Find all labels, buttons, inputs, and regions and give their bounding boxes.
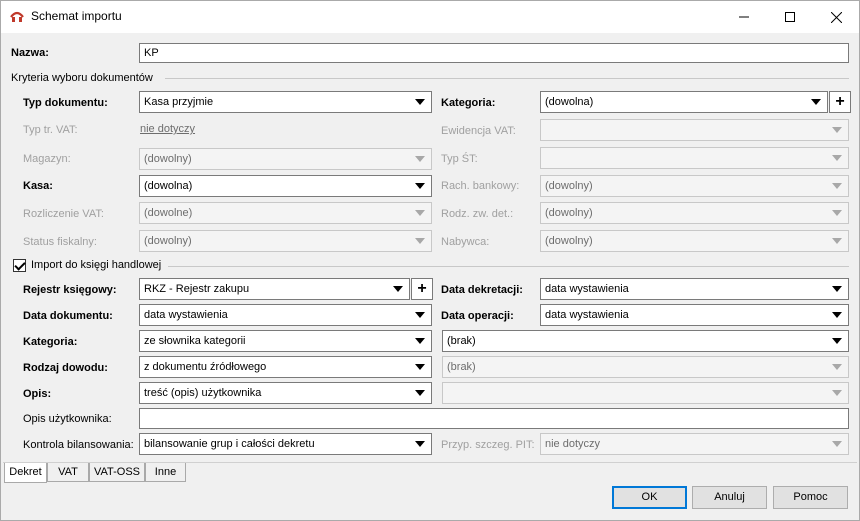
maximize-icon <box>785 12 795 22</box>
typ-dokumentu-select[interactable]: Kasa przyjmie <box>139 91 432 113</box>
chevron-down-icon <box>415 99 425 105</box>
dialog-window: Schemat importu Nazwa: KP Kryteria wybor… <box>0 0 860 521</box>
ewidencja-vat-label: Ewidencja VAT: <box>441 125 516 137</box>
data-dekretacji-select[interactable]: data wystawienia <box>540 278 849 300</box>
chevron-down-icon <box>832 390 842 396</box>
kryteria-group-header: Kryteria wyboru dokumentów <box>11 72 153 84</box>
rejestr-select[interactable]: RKZ - Rejestr zakupu <box>139 278 410 300</box>
tab-inne[interactable]: Inne <box>145 463 186 482</box>
typ-st-select[interactable] <box>540 147 849 169</box>
chevron-down-icon <box>832 210 842 216</box>
rodz-zw-det-label: Rodz. zw. det.: <box>441 208 514 220</box>
chevron-down-icon <box>415 390 425 396</box>
chevron-down-icon <box>415 338 425 344</box>
chevron-down-icon <box>832 155 842 161</box>
nabywca-label: Nabywca: <box>441 236 490 248</box>
close-icon <box>830 11 842 23</box>
kasa-label: Kasa: <box>23 180 53 192</box>
chevron-down-icon <box>832 364 842 370</box>
chevron-down-icon <box>415 156 425 162</box>
chevron-down-icon <box>832 183 842 189</box>
kategoria-label: Kategoria: <box>441 97 496 109</box>
window-title: Schemat importu <box>31 9 122 23</box>
kontrola-select[interactable]: bilansowanie grup i całości dekretu <box>139 433 432 455</box>
add-rejestr-button[interactable]: + <box>411 278 433 300</box>
nazwa-input[interactable]: KP <box>139 43 849 63</box>
chevron-down-icon <box>832 312 842 318</box>
ewidencja-vat-select[interactable] <box>540 119 849 141</box>
data-dokumentu-label: Data dokumentu: <box>23 310 113 322</box>
help-button[interactable]: Pomoc <box>773 486 848 509</box>
chevron-down-icon <box>415 441 425 447</box>
tab-vat[interactable]: VAT <box>47 463 89 482</box>
chevron-down-icon <box>832 338 842 344</box>
typ-tr-vat-label: Typ tr. VAT: <box>23 124 78 136</box>
import-divider <box>168 266 849 267</box>
rodzaj-dowodu-label: Rodzaj dowodu: <box>23 362 108 374</box>
chevron-down-icon <box>415 183 425 189</box>
chevron-down-icon <box>415 238 425 244</box>
rach-bankowy-label: Rach. bankowy: <box>441 180 520 192</box>
kontrola-label: Kontrola bilansowania: <box>23 439 134 451</box>
kryteria-divider <box>165 78 849 79</box>
typ-tr-vat-link[interactable]: nie dotyczy <box>140 123 195 135</box>
rejestr-label: Rejestr księgowy: <box>23 284 117 296</box>
przyp-pit-label: Przyp. szczeg. PIT: <box>441 439 535 451</box>
opis-select[interactable]: treść (opis) użytkownika <box>139 382 432 404</box>
status-fiskalny-select[interactable]: (dowolny) <box>139 230 432 252</box>
chevron-down-icon <box>832 286 842 292</box>
import-kategoria-select[interactable]: ze słownika kategorii <box>139 330 432 352</box>
import-kategoria-label: Kategoria: <box>23 336 78 348</box>
app-logo-icon <box>10 11 24 22</box>
opis-uzytkownika-label: Opis użytkownika: <box>23 413 112 425</box>
data-dekretacji-label: Data dekretacji: <box>441 284 523 296</box>
kategoria-select[interactable]: (dowolna) <box>540 91 828 113</box>
kasa-select[interactable]: (dowolna) <box>139 175 432 197</box>
typ-dokumentu-label: Typ dokumentu: <box>23 97 108 109</box>
chevron-down-icon <box>832 238 842 244</box>
przyp-pit-select[interactable]: nie dotyczy <box>540 433 849 455</box>
data-dokumentu-select[interactable]: data wystawienia <box>139 304 432 326</box>
minimize-button[interactable] <box>721 1 767 33</box>
chevron-down-icon <box>393 286 403 292</box>
tab-vat-oss[interactable]: VAT-OSS <box>89 463 145 482</box>
nabywca-select[interactable]: (dowolny) <box>540 230 849 252</box>
rodz-zw-det-select[interactable]: (dowolny) <box>540 202 849 224</box>
plus-icon: + <box>835 93 845 110</box>
opis-uzytkownika-input[interactable] <box>139 408 849 429</box>
rozliczenie-vat-select[interactable]: (dowolne) <box>139 202 432 224</box>
title-bar: Schemat importu <box>1 1 859 33</box>
chevron-down-icon <box>832 441 842 447</box>
rozliczenie-vat-label: Rozliczenie VAT: <box>23 208 104 220</box>
chevron-down-icon <box>415 364 425 370</box>
status-fiskalny-label: Status fiskalny: <box>23 236 97 248</box>
kategoria-detail-select[interactable]: (brak) <box>442 330 849 352</box>
nazwa-label: Nazwa: <box>11 47 49 59</box>
chevron-down-icon <box>832 127 842 133</box>
rodzaj-detail-select[interactable]: (brak) <box>442 356 849 378</box>
typ-st-label: Typ ŚT: <box>441 153 478 165</box>
tab-dekret[interactable]: Dekret <box>4 463 47 483</box>
chevron-down-icon <box>415 210 425 216</box>
rach-bankowy-select[interactable]: (dowolny) <box>540 175 849 197</box>
magazyn-label: Magazyn: <box>23 153 71 165</box>
cancel-button[interactable]: Anuluj <box>692 486 767 509</box>
minimize-icon <box>739 16 749 18</box>
import-checkbox-label[interactable]: Import do księgi handlowej <box>31 259 161 271</box>
opis-label: Opis: <box>23 388 52 400</box>
ok-button[interactable]: OK <box>612 486 687 509</box>
magazyn-select[interactable]: (dowolny) <box>139 148 432 170</box>
rodzaj-dowodu-select[interactable]: z dokumentu źródłowego <box>139 356 432 378</box>
maximize-button[interactable] <box>767 1 813 33</box>
chevron-down-icon <box>415 312 425 318</box>
opis-detail-select[interactable] <box>442 382 849 404</box>
chevron-down-icon <box>811 99 821 105</box>
add-kategoria-button[interactable]: + <box>829 91 851 113</box>
data-operacji-select[interactable]: data wystawienia <box>540 304 849 326</box>
close-button[interactable] <box>813 1 859 33</box>
import-checkbox[interactable] <box>13 259 26 272</box>
data-operacji-label: Data operacji: <box>441 310 514 322</box>
plus-icon: + <box>417 280 427 297</box>
